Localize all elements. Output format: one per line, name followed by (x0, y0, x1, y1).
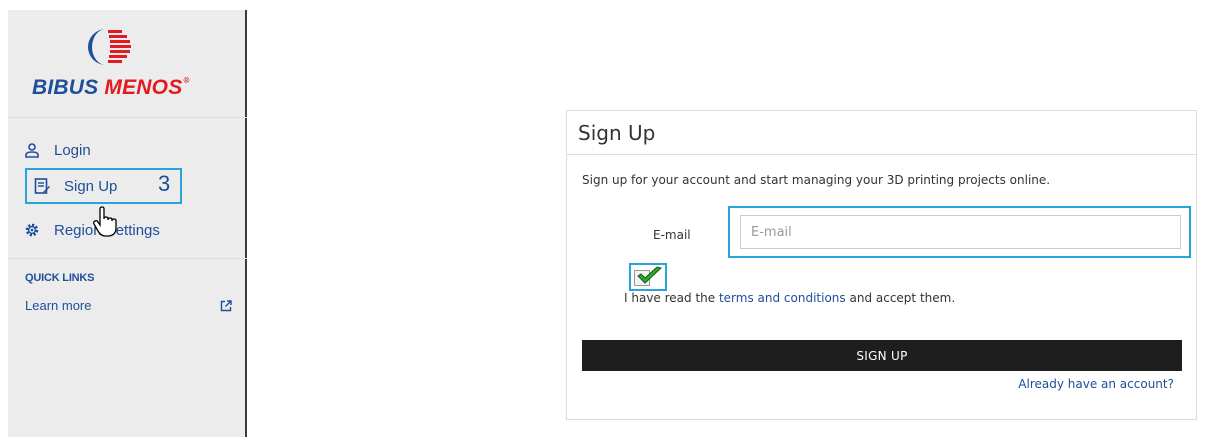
page: BIBUS MENOS® Login Sign Up 3 Region Sett… (0, 0, 1208, 437)
quick-links-title: QUICK LINKS (25, 272, 95, 284)
email-field[interactable] (740, 215, 1181, 249)
signup-button[interactable]: SIGN UP (582, 340, 1182, 371)
terms-prefix: I have read the (624, 291, 719, 305)
registered-mark: ® (183, 76, 190, 85)
card-header: Sign Up (567, 111, 1196, 155)
sidebar-item-login[interactable]: Login (24, 134, 91, 166)
logo-mark-icon (88, 29, 131, 65)
page-title: Sign Up (578, 121, 656, 145)
external-link-icon[interactable] (220, 300, 232, 312)
signup-card: Sign Up Sign up for your account and sta… (566, 110, 1197, 420)
signup-form-icon (34, 178, 50, 194)
terms-link[interactable]: terms and conditions (719, 291, 846, 305)
sidebar-item-label: Sign Up (64, 177, 118, 195)
already-have-account-link[interactable]: Already have an account? (1018, 377, 1174, 391)
email-label: E-mail (653, 228, 691, 242)
brand-name-part2: MENOS (104, 76, 183, 99)
terms-text: I have read the terms and conditions and… (624, 291, 955, 305)
brand-name: BIBUS MENOS® (32, 76, 190, 100)
checkmark-icon (637, 266, 663, 284)
sidebar: BIBUS MENOS® Login Sign Up 3 Region Sett… (8, 10, 247, 437)
step-number-badge: 3 (158, 171, 171, 196)
terms-suffix: and accept them. (845, 291, 956, 305)
gear-icon (25, 223, 39, 237)
brand-name-part1: BIBUS (32, 76, 99, 99)
user-icon (25, 143, 39, 158)
signup-description: Sign up for your account and start manag… (582, 173, 1051, 187)
sidebar-divider (8, 258, 247, 259)
hand-pointer-cursor-icon (93, 206, 117, 237)
terms-checkbox-highlight (629, 263, 667, 291)
learn-more-link[interactable]: Learn more (25, 298, 91, 313)
sidebar-item-signup[interactable]: Sign Up 3 (25, 168, 182, 204)
email-highlight (728, 206, 1191, 258)
sidebar-item-label: Login (54, 141, 91, 159)
brand-logo[interactable]: BIBUS MENOS® (8, 10, 247, 118)
